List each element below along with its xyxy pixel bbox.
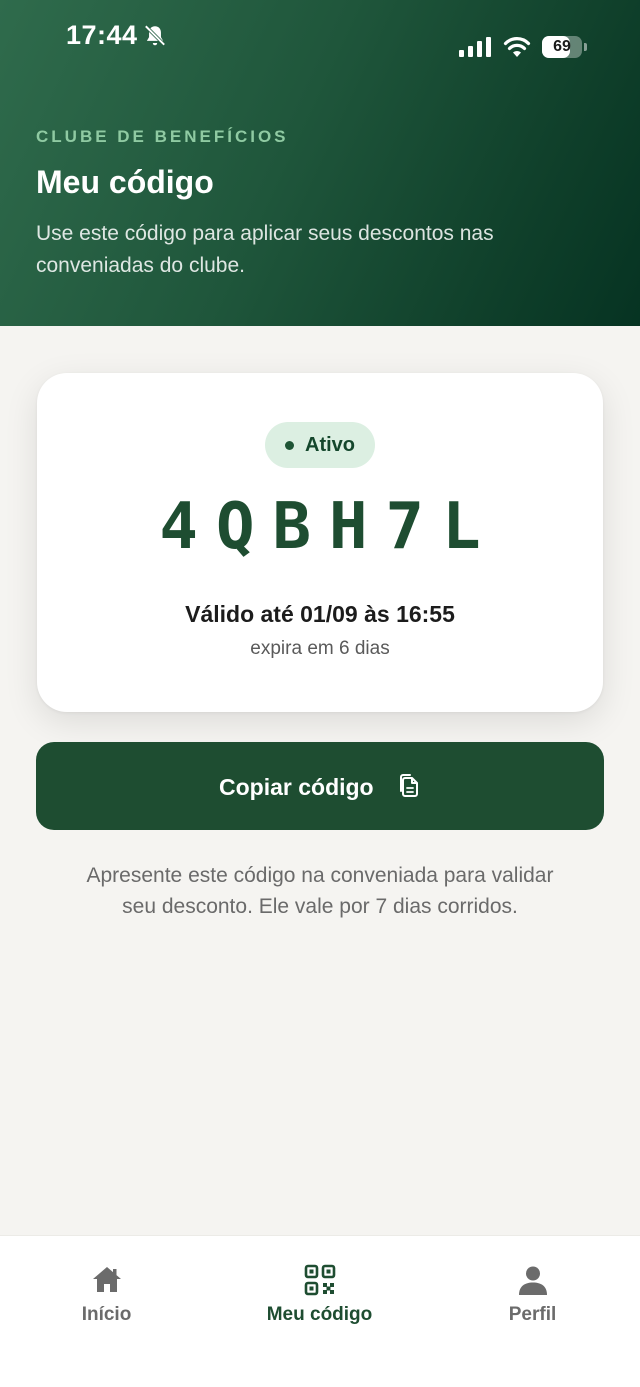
header: 17:44 69 CLUBE DE BENEFÍCIOS Meu código … <box>0 0 640 326</box>
status-dot <box>285 441 294 450</box>
page-title: Meu código <box>36 164 214 200</box>
nav-label-perfil: Perfil <box>508 1304 557 1325</box>
user-icon <box>518 1266 547 1295</box>
cellular-signal-icon <box>459 37 491 57</box>
discount-code: 4QBH7L <box>159 490 499 564</box>
home-icon <box>92 1267 121 1292</box>
nav-label-meu-codigo: Meu código <box>266 1304 373 1325</box>
battery-cap <box>584 43 587 51</box>
expires-in: expira em 6 dias <box>250 638 390 659</box>
nav-item-perfil[interactable]: Perfil <box>426 1236 639 1346</box>
bottom-nav: Início Meu código Perfil <box>0 1235 640 1387</box>
nav-label-inicio: Início <box>81 1304 132 1325</box>
code-card: Ativo 4QBH7L Válido até 01/09 às 16:55 e… <box>37 373 603 712</box>
status-badge-label: Ativo <box>305 434 355 456</box>
status-time: 17:44 <box>66 20 138 50</box>
wifi-icon <box>503 37 531 57</box>
status-bar: 17:44 69 <box>0 0 640 70</box>
copy-code-button[interactable]: Copiar código <box>36 742 604 830</box>
bell-off-icon <box>144 25 166 46</box>
app-screen: 17:44 69 CLUBE DE BENEFÍCIOS Meu código … <box>0 0 640 1387</box>
battery-indicator: 69 <box>542 36 582 58</box>
status-badge: Ativo <box>265 422 375 468</box>
copy-code-label: Copiar código <box>219 774 374 800</box>
copy-icon <box>400 774 418 797</box>
battery-percent: 69 <box>553 38 571 55</box>
page-description: Use este código para aplicar seus descon… <box>36 222 494 277</box>
nav-item-meu-codigo[interactable]: Meu código <box>213 1236 426 1346</box>
section-eyebrow: CLUBE DE BENEFÍCIOS <box>36 127 289 146</box>
help-text: Apresente este código na conveniada para… <box>86 864 554 918</box>
valid-until: Válido até 01/09 às 16:55 <box>185 601 455 627</box>
qr-code-icon <box>304 1264 335 1296</box>
nav-item-inicio[interactable]: Início <box>0 1236 213 1346</box>
